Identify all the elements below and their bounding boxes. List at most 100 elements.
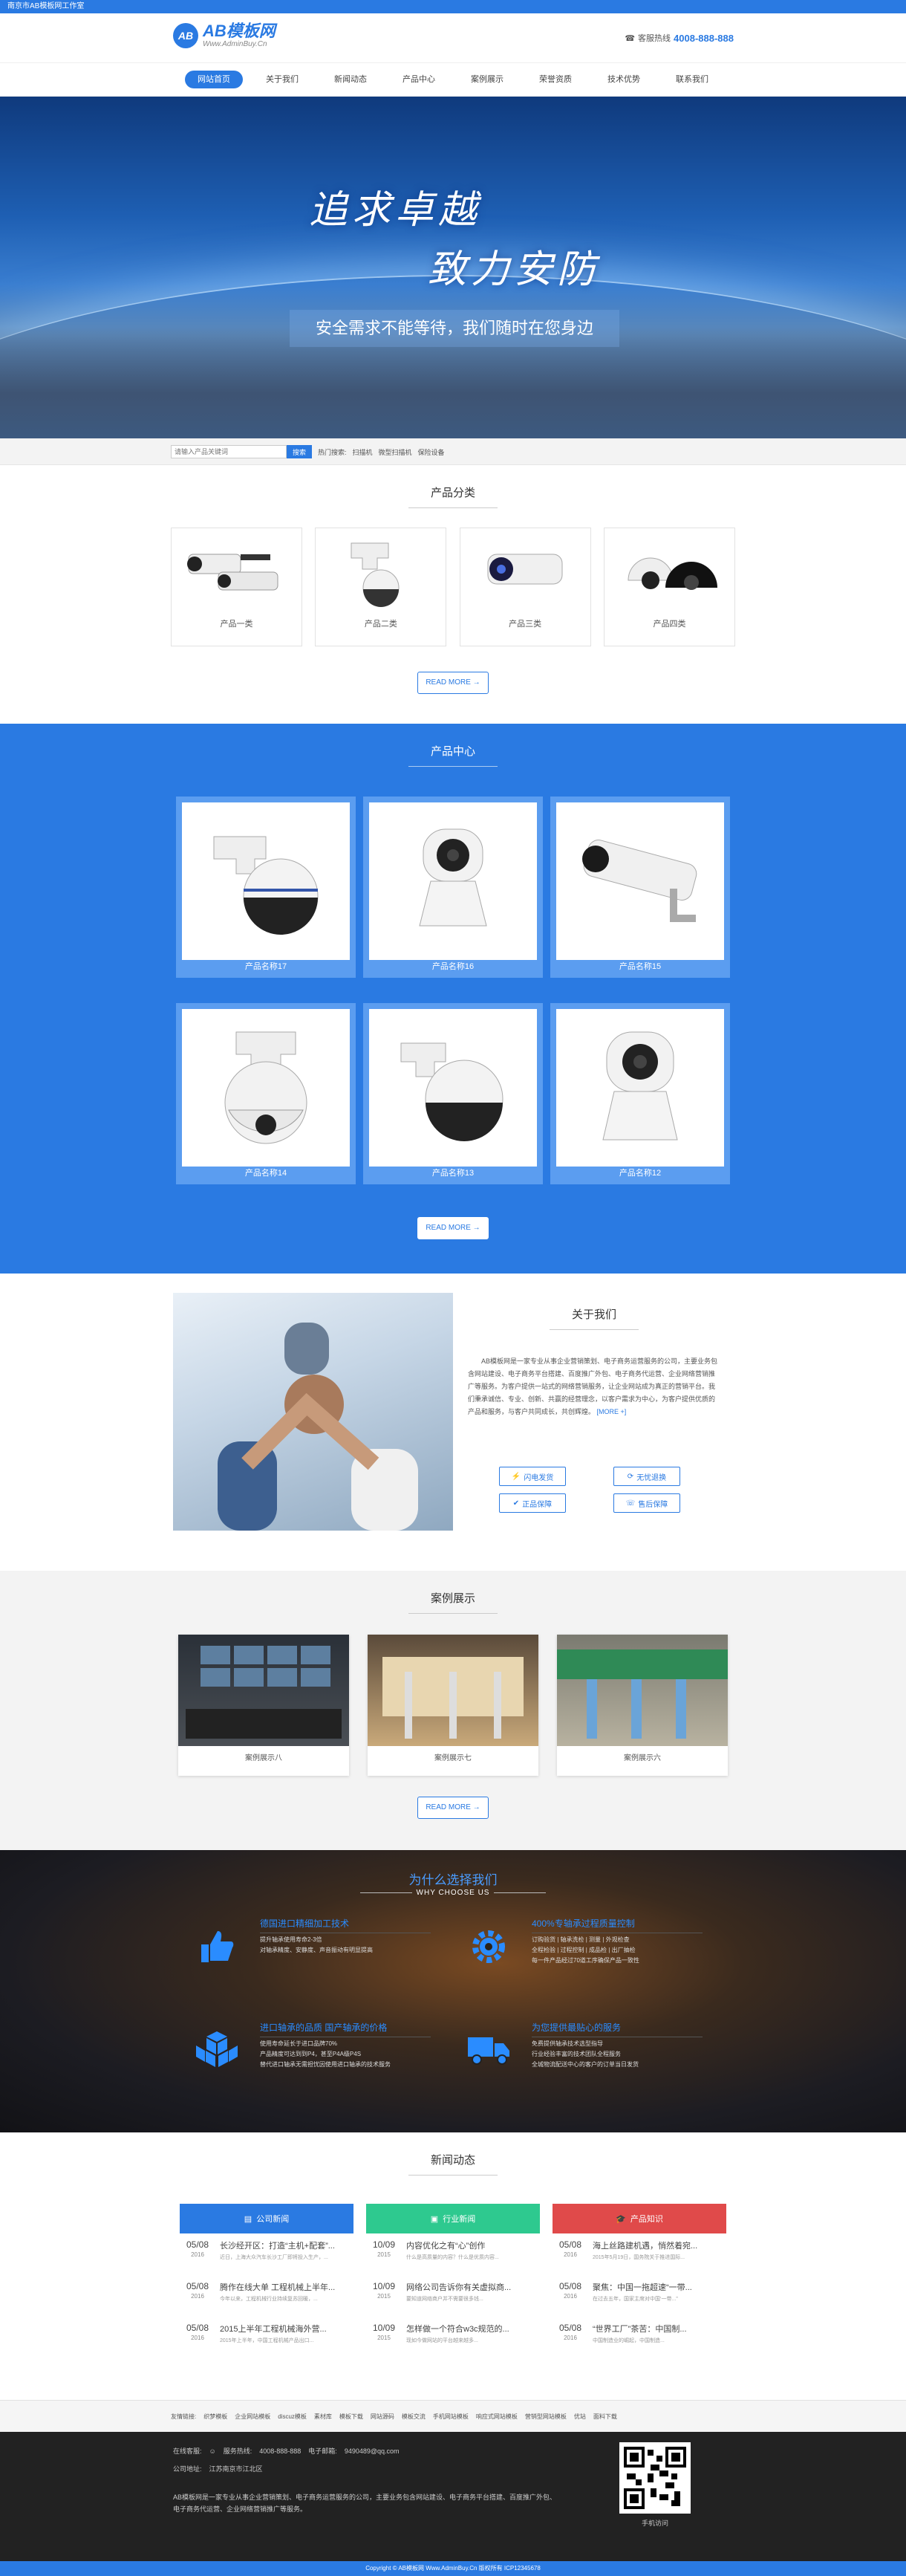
camera-image [556,1009,724,1167]
nav-item-honors[interactable]: 荣誉资质 [527,71,584,88]
camera-image [460,528,590,617]
news-tab-industry[interactable]: ▣ 行业新闻 [366,2204,540,2233]
why-item-title: 为您提供最贴心的服务 [532,2021,703,2037]
case-more-button[interactable]: READ MORE → [417,1797,489,1819]
qq-icon[interactable]: ☺ [209,2445,216,2457]
friend-link[interactable]: 营销型网站模板 [525,2413,567,2421]
mall-gate-image [557,1635,728,1746]
news-item[interactable]: 10/09 2015 怎样做一个符合w3c规范的... 现如今做网站的平台越来越多..… [366,2317,540,2358]
logo[interactable]: AB AB模板网 Www.AdminBuy.Cn [173,22,276,48]
product-label: 产品名称17 [244,962,287,971]
case-title: 案例展示 [430,1592,475,1605]
product-label: 产品名称15 [619,962,662,971]
nav-item-tech[interactable]: 技术优势 [595,71,653,88]
product-card[interactable]: 产品名称12 [550,1003,730,1184]
category-card[interactable]: 产品一类 [171,528,302,646]
feature-genuine[interactable]: ✔ 正品保障 [499,1493,566,1513]
nav-item-home[interactable]: 网站首页 [185,71,243,88]
nav-item-contact[interactable]: 联系我们 [663,71,721,88]
feature-fast-delivery[interactable]: ⚡ 闪电发货 [499,1467,566,1486]
friend-link[interactable]: 织梦模板 [203,2413,227,2421]
category-card[interactable]: 产品二类 [315,528,447,646]
news-item[interactable]: 05/08 2016 “世界工厂”茶苦：中国制... 中国制造业的崛起，中国制造... [553,2317,726,2358]
case-section: 案例展示 案例展示八 案例展示七 案例展示六 READ MORE → [0,1571,906,1850]
friend-link[interactable]: 素材库 [314,2413,332,2421]
hot-search-link[interactable]: 扫描机 [353,447,373,457]
nav-item-products[interactable]: 产品中心 [390,71,448,88]
why-item: 为您提供最贴心的服务 免费提供轴承技术选型指导 行业经验丰富的技术团队全程服务 … [466,2021,719,2088]
gear-icon [466,1924,511,1969]
search-button[interactable]: 搜索 [287,445,312,458]
news-tab-knowledge[interactable]: 🎓 产品知识 [553,2204,726,2233]
product-more-button[interactable]: READ MORE → [417,1217,489,1239]
banner-subtitle: 安全需求不能等待，我们随时在您身边 [290,310,619,347]
product-card[interactable]: 产品名称13 [363,1003,543,1184]
friend-link[interactable]: 模板下载 [339,2413,363,2421]
about-more-link[interactable]: [MORE +] [597,1408,627,1415]
category-card[interactable]: 产品三类 [459,528,591,646]
footer-intro: AB模板网是一家专业从事企业营销策划、电子商务运营服务的公司，主要业务包含网站建… [173,2494,557,2513]
friend-link[interactable]: 网站源码 [371,2413,394,2421]
product-card[interactable]: 产品名称17 [176,797,356,978]
news-tab-company[interactable]: ▤ 公司新闻 [180,2204,353,2233]
news-column: ▣ 行业新闻 10/09 2015 内容优化之有“心”创作 什么是高质量的内容？什么是优… [366,2204,540,2358]
search-input[interactable] [171,445,287,458]
about-title: 关于我们 [571,1308,616,1321]
product-card[interactable]: 产品名称14 [176,1003,356,1184]
news-item[interactable]: 10/09 2015 网络公司告诉你有关虚拟商... 要知道网络商户并不需要很多钱..… [366,2275,540,2317]
phone-number: 4008-888-888 [259,2447,302,2455]
why-item-desc: 使用寿命延长于进口品牌70% 产品精度可达到到P4，甚至P4A级P4S 替代进口… [260,2040,391,2068]
hot-search-link[interactable]: 保险设备 [418,447,445,457]
boxes-icon [195,2028,239,2073]
news-item[interactable]: 05/08 2016 2015上半年工程机械海外营... 2015年上半年，中国工程机… [180,2317,353,2358]
nav-item-cases[interactable]: 案例展示 [458,71,516,88]
footer: 在线客服: ☺ 服务热线: 4008-888-888 电子邮箱: 9490489… [0,2432,906,2561]
news-item[interactable]: 10/09 2015 内容优化之有“心”创作 什么是高质量的内容？什么是优质内容... [366,2233,540,2275]
headset-icon: ☏ [625,1499,636,1508]
product-card[interactable]: 产品名称16 [363,797,543,978]
category-title: 产品分类 [430,487,475,499]
camera-image [172,528,302,617]
news-item[interactable]: 05/08 2016 海上丝路建机遇，悄然着宛... 2015年5月19日，国务院关于… [553,2233,726,2275]
friend-link[interactable]: 模板交流 [402,2413,426,2421]
camera-image [182,1009,350,1167]
online-service-label: 在线客服: [173,2447,202,2455]
why-item-title: 400%专轴承过程质量控制 [532,1917,703,1933]
news-item[interactable]: 05/08 2016 聚焦：中国一拖超速“一带... 在过去五年，国家主席对中国‘一带… [553,2275,726,2317]
why-item: 进口轴承的品质 国产轴承的价格 使用寿命延长于进口品牌70% 产品精度可达到到P… [195,2021,447,2088]
nav-item-news[interactable]: 新闻动态 [322,71,379,88]
banner-slogan-1: 追求卓越 [309,188,482,233]
friend-link[interactable]: 优站 [574,2413,586,2421]
friend-link[interactable]: 手机网站模板 [433,2413,469,2421]
hot-search-link[interactable]: 微型扫描机 [379,447,412,457]
case-card[interactable]: 案例展示六 [557,1635,728,1776]
address-label: 公司地址: [173,2465,202,2473]
friend-link[interactable]: 企业网站模板 [235,2413,270,2421]
top-bar: 南京市AB模板网工作室 [0,0,906,13]
friend-link[interactable]: 响应式网站模板 [476,2413,518,2421]
team-hands-image [173,1293,453,1531]
case-label: 案例展示八 [245,1754,282,1762]
qr-code [619,2442,691,2514]
category-more-button[interactable]: READ MORE → [417,672,489,694]
search-bar: 搜索 热门搜索: 扫描机 微型扫描机 保险设备 [0,438,906,465]
header: AB AB模板网 Www.AdminBuy.Cn ☎ 客服热线 4008-888… [0,13,906,62]
email-label: 电子邮箱: [308,2447,337,2455]
product-section: 产品中心 产品名称17 产品名称16 产品名称15 产品名称14 产品名称13 … [0,724,906,1274]
category-label: 产品三类 [509,620,542,629]
category-card[interactable]: 产品四类 [603,528,735,646]
feature-after-sale[interactable]: ☏ 售后保障 [613,1493,680,1513]
news-item[interactable]: 05/08 2016 长沙经开区：打造“主机+配套”... 近日，上海大众汽车长沙工厂… [180,2233,353,2275]
product-card[interactable]: 产品名称15 [550,797,730,978]
badge-icon: ✔ [512,1499,520,1508]
case-card[interactable]: 案例展示七 [368,1635,538,1776]
friend-link[interactable]: 面料下载 [593,2413,617,2421]
nav-item-about[interactable]: 关于我们 [253,71,311,88]
case-card[interactable]: 案例展示八 [178,1635,349,1776]
feature-free-return[interactable]: ⟳ 无忧退换 [613,1467,680,1486]
truck-icon: ⚡ [511,1472,521,1481]
why-item-desc: 订购验货 | 轴承洗检 | 测量 | 外观检查 全程检验 | 过程控制 | 成品… [532,1936,639,1964]
news-item[interactable]: 05/08 2016 腾作在线大单 工程机械上半年... 今年以来，工程机械行业持续复… [180,2275,353,2317]
camera-image [316,528,446,617]
friend-link[interactable]: discuz模板 [278,2413,307,2421]
